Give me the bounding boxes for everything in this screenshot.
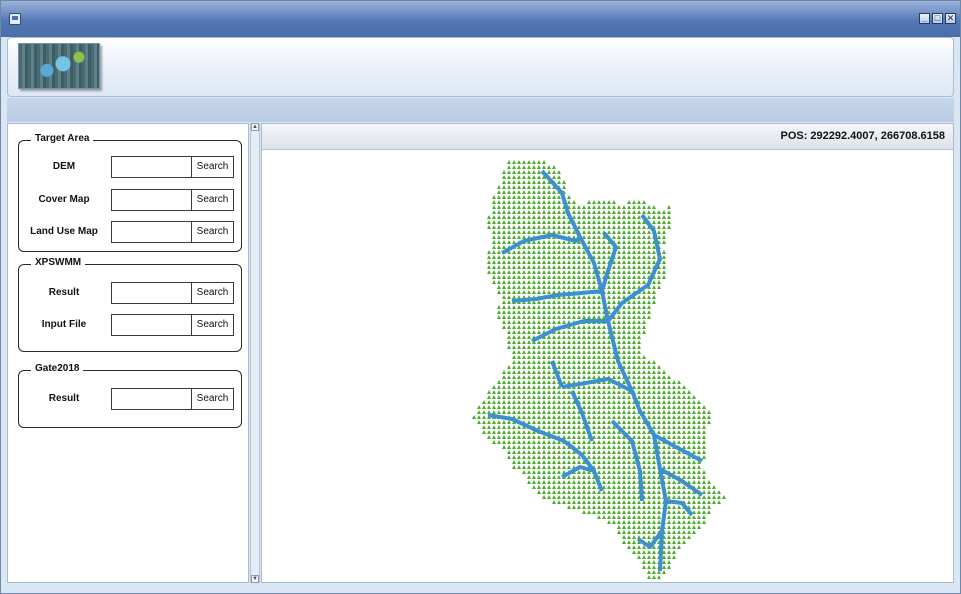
land-use-map-input[interactable] <box>111 221 192 243</box>
window-controls: _ □ ✕ <box>919 13 956 24</box>
scroll-up-icon[interactable]: ▲ <box>251 123 259 131</box>
minimize-icon[interactable]: _ <box>919 13 930 24</box>
gate2018-result-search-button[interactable]: Search <box>191 388 234 410</box>
catchment-cells <box>472 160 726 579</box>
pos-label: POS: <box>780 130 808 142</box>
xpswmm-input-file-label: Input File <box>41 319 87 330</box>
dem-row: DEM Search <box>19 156 243 178</box>
ribbon-band <box>7 98 954 122</box>
app-window: _ □ ✕ Target Area DEM Search Cover Map S… <box>0 0 961 594</box>
target-area-group: Target Area DEM Search Cover Map Search … <box>18 133 243 252</box>
map-panel: POS: 292292.4007, 266708.6158 <box>261 123 954 583</box>
target-area-title: Target Area <box>31 133 94 144</box>
scroll-down-icon[interactable]: ▼ <box>251 575 259 583</box>
close-icon[interactable]: ✕ <box>945 13 956 24</box>
gate2018-result-label: Result <box>48 393 80 404</box>
xpswmm-result-search-button[interactable]: Search <box>191 282 234 304</box>
xpswmm-input-file-input[interactable] <box>111 314 192 336</box>
dem-label: DEM <box>52 161 76 172</box>
maximize-icon[interactable]: □ <box>932 13 943 24</box>
xpswmm-input-file-search-button[interactable]: Search <box>191 314 234 336</box>
land-use-map-search-button[interactable]: Search <box>191 221 234 243</box>
input-panel: Target Area DEM Search Cover Map Search … <box>7 123 249 583</box>
map-header: POS: 292292.4007, 266708.6158 <box>262 124 953 150</box>
xpswmm-result-row: Result Search <box>19 282 243 304</box>
xpswmm-input-file-row: Input File Search <box>19 314 243 336</box>
stream-network <box>487 169 704 572</box>
gate2018-group: Gate2018 Result Search <box>18 363 243 428</box>
gate2018-title: Gate2018 <box>31 363 84 374</box>
gate2018-result-row: Result Search <box>19 388 243 410</box>
map-canvas[interactable] <box>262 151 953 582</box>
land-use-map-row: Land Use Map Search <box>19 221 243 243</box>
dem-search-button[interactable]: Search <box>191 156 234 178</box>
xpswmm-title: XPSWMM <box>31 257 86 268</box>
cover-map-label: Cover Map <box>38 194 90 205</box>
xpswmm-result-label: Result <box>48 287 80 298</box>
xpswmm-group: XPSWMM Result Search Input File Search <box>18 257 243 352</box>
map-thumbnail-button[interactable] <box>18 43 100 89</box>
cover-map-input[interactable] <box>111 189 192 211</box>
gate2018-result-input[interactable] <box>111 388 192 410</box>
app-icon[interactable] <box>9 13 21 25</box>
cover-map-row: Cover Map Search <box>19 189 243 211</box>
position-readout: POS: 292292.4007, 266708.6158 <box>781 130 945 142</box>
cover-map-search-button[interactable]: Search <box>191 189 234 211</box>
ribbon-toolbar <box>7 37 954 97</box>
pos-value: 292292.4007, 266708.6158 <box>810 130 945 142</box>
dem-input[interactable] <box>111 156 192 178</box>
panel-splitter[interactable]: ▲ ▼ <box>250 123 260 583</box>
xpswmm-result-input[interactable] <box>111 282 192 304</box>
land-use-map-label: Land Use Map <box>30 226 98 237</box>
title-bar: _ □ ✕ <box>1 1 960 37</box>
